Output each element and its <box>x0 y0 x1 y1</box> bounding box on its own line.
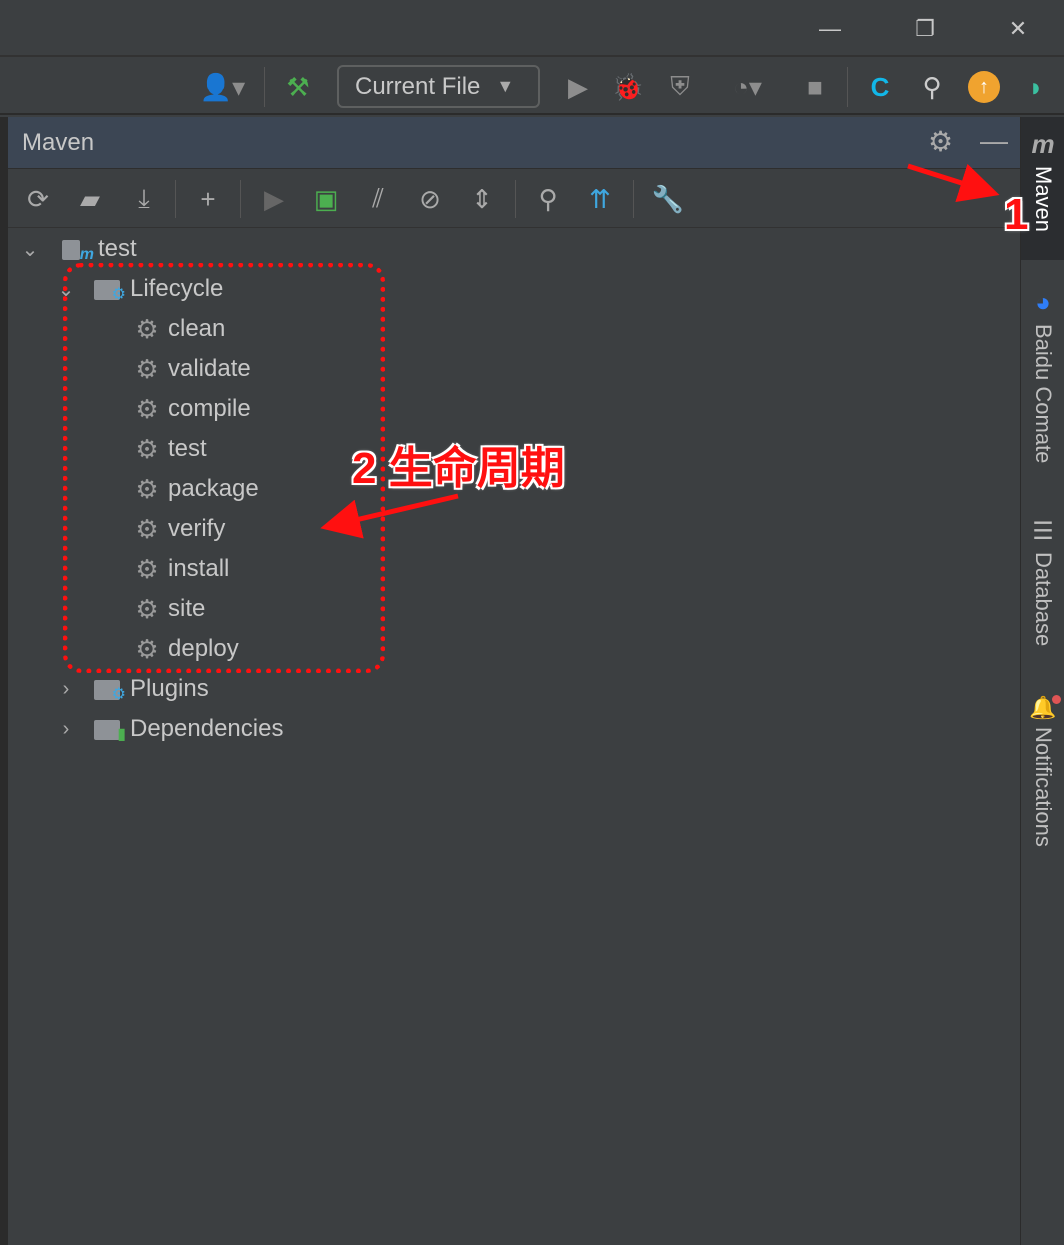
annotation-label-2: 2 生命周期 <box>352 444 565 493</box>
arrow-to-maven-tab <box>907 163 1000 202</box>
annotation-label-1: 1 <box>1004 190 1029 239</box>
annotation-arrows <box>320 163 1000 539</box>
arrow-to-lifecycle <box>320 493 459 539</box>
